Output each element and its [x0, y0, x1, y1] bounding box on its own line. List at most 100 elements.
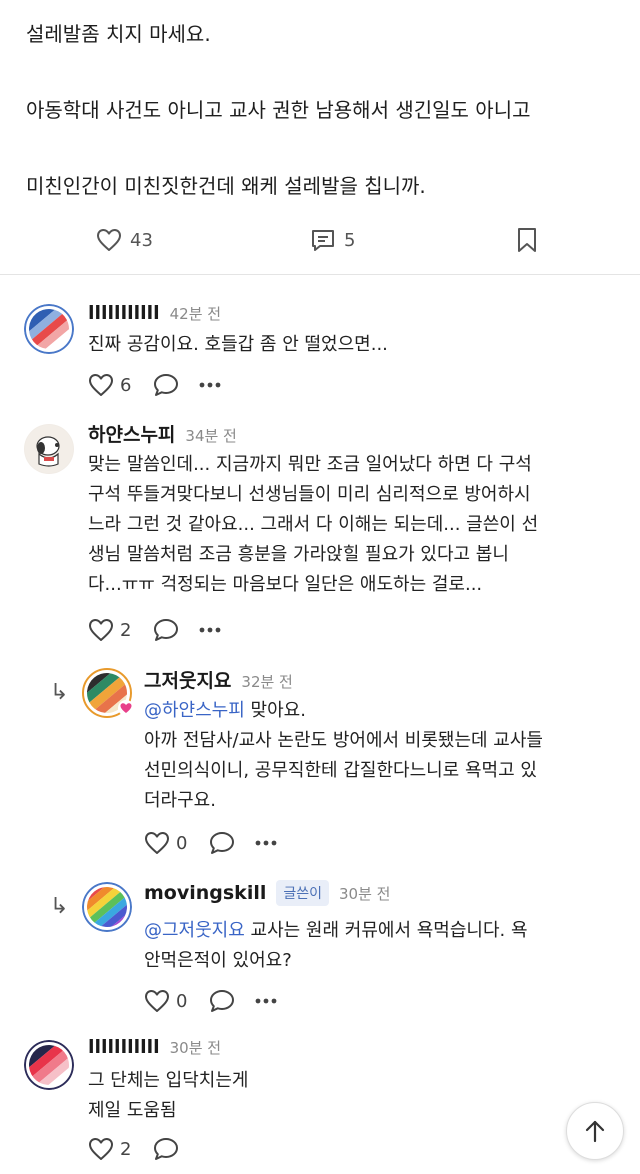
- post-actions: 43 5: [0, 222, 640, 258]
- comment-text-line: 더라구요.: [144, 790, 216, 811]
- more-icon: [256, 998, 277, 1004]
- comment-header: lllllllllll 42분 전: [88, 302, 221, 324]
- avatar[interactable]: [24, 1040, 74, 1090]
- comment-text-line: 그 단체는 입닥치는게: [88, 1070, 249, 1091]
- post-comment-count: 5: [344, 229, 356, 251]
- comment-header: movingskill 글쓴이 30분 전: [144, 880, 390, 906]
- reply-button[interactable]: [209, 831, 235, 855]
- avatar-image: [82, 882, 132, 932]
- comment-icon: [210, 832, 235, 854]
- reply-button[interactable]: [209, 989, 235, 1013]
- comment-time: 30분 전: [339, 884, 391, 903]
- bookmark-icon: [518, 228, 536, 252]
- comment-text-line: @그저웃지요 교사는 원래 커뮤에서 욕먹습니다. 욕: [144, 916, 528, 946]
- mention-link[interactable]: @하얀스누피: [144, 700, 245, 721]
- comment-text-line: 제일 도움됨: [88, 1100, 177, 1121]
- comment-author[interactable]: lllllllllll: [88, 302, 160, 324]
- like-count: 0: [176, 832, 188, 854]
- comment-author[interactable]: 하얀스누피: [88, 420, 175, 447]
- comment-icon: [312, 230, 334, 251]
- comment-text-line: 선민의식이니, 공무직한테 갑질한다느니로 욕먹고 있: [144, 760, 537, 781]
- reply-button[interactable]: [153, 373, 179, 397]
- reply-button[interactable]: [153, 618, 179, 642]
- avatar-image: [24, 1040, 74, 1090]
- like-count: 2: [120, 619, 132, 641]
- comment-text: 맞는 말씀인데... 지금까지 뭐만 조금 일어났다 하면 다 구석 구석 뚜들…: [88, 450, 538, 600]
- comment-icon: [154, 374, 179, 396]
- like-count: 2: [120, 1138, 132, 1160]
- comment-icon: [154, 619, 179, 641]
- comment-icon: [210, 990, 235, 1012]
- more-button[interactable]: [255, 998, 277, 1004]
- avatar-image: [82, 668, 136, 722]
- bookmark-button[interactable]: [516, 222, 538, 258]
- more-icon: [256, 840, 277, 846]
- comment-time: 30분 전: [169, 1039, 222, 1057]
- like-button[interactable]: 0: [144, 989, 187, 1013]
- like-count: 0: [176, 990, 188, 1012]
- like-button[interactable]: 2: [88, 618, 131, 642]
- comment-text-line: 생님 말씀처럼 조금 흥분을 가라앉힐 필요가 있다고 봅니: [88, 544, 509, 565]
- more-icon: [200, 382, 221, 388]
- comment-actions: 2: [88, 1134, 179, 1164]
- comment-text: 진짜 공감이요. 호들갑 좀 안 떨었으면...: [88, 334, 388, 355]
- heart-icon: [145, 990, 169, 1012]
- avatar[interactable]: [82, 668, 136, 722]
- avatar[interactable]: [24, 424, 74, 474]
- post-comment-button[interactable]: 5: [310, 222, 355, 258]
- comment-author[interactable]: lllllllllll: [88, 1036, 160, 1058]
- avatar[interactable]: [24, 304, 74, 354]
- comment-actions: 6: [88, 370, 221, 400]
- writer-badge: 글쓴이: [276, 880, 329, 906]
- comment-time: 42분 전: [169, 305, 222, 323]
- comment-author[interactable]: movingskill: [144, 882, 266, 904]
- post-like-button[interactable]: 43: [96, 222, 153, 258]
- post-like-count: 43: [130, 229, 153, 251]
- comment-text-line: 다...ㅠㅠ 걱정되는 마음보다 일단은 애도하는 걸로...: [88, 574, 483, 595]
- mention-link[interactable]: @그저웃지요: [144, 920, 245, 941]
- comment-actions: 0: [144, 986, 277, 1016]
- comment-text: 그 단체는 입닥치는게 제일 도움됨: [88, 1066, 248, 1126]
- comment-actions: 0: [144, 828, 277, 858]
- like-count: 6: [120, 374, 132, 396]
- heart-icon: [89, 619, 113, 641]
- more-button[interactable]: [199, 382, 221, 388]
- avatar-image: [24, 304, 74, 354]
- comment-author[interactable]: 그저웃지요: [144, 666, 231, 693]
- more-button[interactable]: [199, 627, 221, 633]
- arrow-up-icon: [585, 1120, 605, 1143]
- like-button[interactable]: 2: [88, 1137, 131, 1161]
- comment-text: @하얀스누피 맞아요. 아까 전담사/교사 논란도 방어에서 비롯됐는데 교사들…: [144, 696, 543, 816]
- comment-text-line: 아까 전담사/교사 논란도 방어에서 비롯됐는데 교사들: [144, 730, 543, 751]
- heart-icon: [97, 229, 121, 251]
- comment-text-fragment: 교사는 원래 커뮤에서 욕먹습니다. 욕: [244, 920, 528, 941]
- comment-text-line: 느라 그런 것 같아요... 그래서 다 이해는 되는데... 글쓴이 선: [88, 514, 539, 535]
- like-button[interactable]: 0: [144, 831, 187, 855]
- divider: [0, 274, 640, 275]
- reply-button[interactable]: [153, 1137, 179, 1161]
- post-text-line-2: 아동학대 사건도 아니고 교사 권한 남용해서 생긴일도 아니고: [26, 98, 531, 122]
- comment-header: 하얀스누피 34분 전: [88, 420, 237, 447]
- comment-text-line: 구석 뚜들겨맞다보니 선생님들이 미리 심리적으로 방어하시: [88, 484, 531, 505]
- comment-header: 그저웃지요 32분 전: [144, 666, 293, 693]
- comment-actions: 2: [88, 615, 221, 645]
- avatar[interactable]: [82, 882, 132, 932]
- heart-icon: [89, 1138, 113, 1160]
- comment-time: 34분 전: [185, 427, 237, 445]
- comment-text: @그저웃지요 교사는 원래 커뮤에서 욕먹습니다. 욕 안먹은적이 있어요?: [144, 916, 528, 976]
- like-button[interactable]: 6: [88, 373, 131, 397]
- comment-time: 32분 전: [241, 673, 293, 691]
- heart-icon: [145, 832, 169, 854]
- comment-header: lllllllllll 30분 전: [88, 1036, 221, 1058]
- comment-icon: [154, 1138, 179, 1160]
- reply-arrow-icon: ↳: [50, 894, 69, 919]
- comment-text-fragment: 맞아요.: [244, 700, 306, 721]
- comment-text-line: @하얀스누피 맞아요.: [144, 696, 543, 726]
- post-text-line-3: 미친인간이 미친짓한건데 왜케 설레발을 칩니까.: [26, 174, 426, 198]
- scroll-top-button[interactable]: [566, 1102, 624, 1160]
- avatar-image: [25, 425, 73, 473]
- post-text-line-1: 설레발좀 치지 마세요.: [26, 22, 211, 46]
- heart-icon: [89, 374, 113, 396]
- comment-text-line: 안먹은적이 있어요?: [144, 950, 292, 971]
- more-button[interactable]: [255, 840, 277, 846]
